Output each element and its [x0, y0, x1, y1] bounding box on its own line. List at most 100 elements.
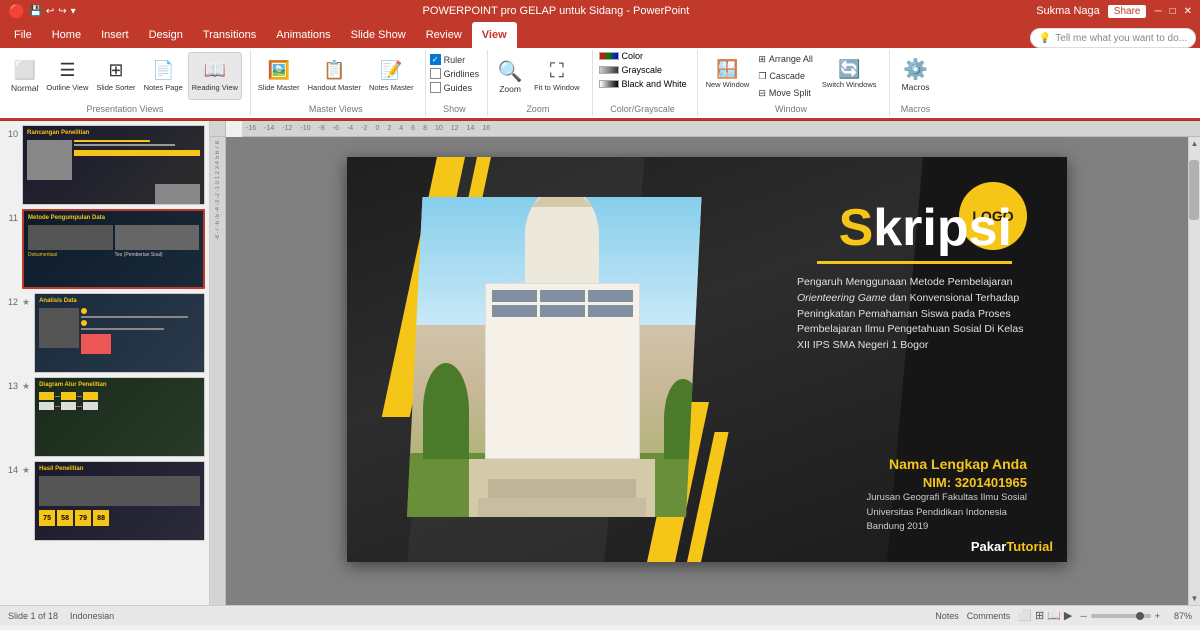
canvas-scroll-area[interactable]: LOGO Skripsi Pengaruh Menggunaan Metode … [226, 137, 1188, 605]
slide-thumb-12[interactable]: Analisis Data [34, 293, 205, 373]
slide-thumb-14[interactable]: Hasil Penelitian 75 58 79 88 [34, 461, 205, 541]
tab-file[interactable]: File [4, 22, 42, 48]
switch-windows-btn[interactable]: 🔄 Switch Windows [818, 50, 881, 98]
title-s: S [839, 199, 874, 257]
slide-item-14[interactable]: 14 ★ Hasil Penelitian 75 58 79 88 [4, 461, 205, 541]
normal-view-btn[interactable]: ⬜ Normal [8, 52, 41, 100]
thumb-10-label: Lapangan [74, 150, 200, 156]
zoom-level[interactable]: 87% [1164, 611, 1192, 621]
rotunda [525, 197, 599, 283]
slide-thumb-11[interactable]: Metode Pengumpulan Data Dokumentasi Tes … [22, 209, 205, 289]
win2 [540, 290, 585, 302]
slide-number-11: 11 [4, 213, 18, 223]
ruler-checkbox[interactable]: ✓ Ruler [430, 54, 480, 65]
qa-save[interactable]: 💾 [29, 6, 41, 17]
tell-me-bar[interactable]: 💡 Tell me what you want to do... [1030, 28, 1196, 48]
zoom-out-btn[interactable]: ─ [1080, 611, 1086, 621]
switch-icon: 🔄 [838, 59, 860, 80]
zoom-btn[interactable]: 🔍 Zoom [492, 52, 528, 100]
macros-label: Macros [894, 102, 938, 114]
title-rest: kripsi [873, 199, 1012, 257]
master-views-group: 🖼️ Slide Master 📋 Handout Master 📝 Notes… [251, 50, 426, 116]
show-group: ✓ Ruler Gridlines Guides Show [426, 50, 489, 116]
slide-item-11[interactable]: 11 Metode Pengumpulan Data Dokumentasi T… [4, 209, 205, 289]
zoom-slider[interactable] [1091, 614, 1151, 618]
slide-item-10[interactable]: 10 Rancangan Penelitian Lapangan [4, 125, 205, 205]
ribbon-content: ⬜ Normal ☰ Outline View ⊞ Slide Sorter 📄… [0, 48, 1200, 120]
macros-btn[interactable]: ⚙️ Macros [894, 50, 938, 98]
thumb-11-dok: Dokumentasi [28, 252, 113, 258]
zoom-in-btn[interactable]: + [1155, 611, 1160, 621]
notes-page-btn[interactable]: 📄 Notes Page [141, 52, 186, 100]
black-white-btn[interactable]: Black and White [597, 78, 689, 90]
scrollbar-track[interactable] [1189, 150, 1200, 592]
building-main [485, 283, 640, 459]
presentation-view-status[interactable]: ▶ [1064, 609, 1072, 622]
thumb-14-s2: 58 [57, 510, 73, 526]
win6 [588, 305, 633, 317]
slide-thumb-13[interactable]: Diagram Alur Penelitian [34, 377, 205, 457]
scroll-down-arrow[interactable]: ▼ [1189, 592, 1200, 605]
tab-design[interactable]: Design [139, 22, 193, 48]
notes-master-btn[interactable]: 📝 Notes Master [366, 52, 417, 100]
notes-btn[interactable]: Notes [935, 611, 959, 621]
reading-view-status[interactable]: 📖 [1047, 609, 1061, 622]
slide-star-14: ★ [22, 465, 30, 476]
color-btn[interactable]: Color [597, 50, 689, 62]
reading-view-btn[interactable]: 📖 Reading View [188, 52, 242, 100]
thumb-10-line2 [74, 144, 175, 146]
ruler-mark-0: 0 [371, 125, 383, 132]
ruler-mark-12: 12 [447, 125, 463, 132]
arrange-all-btn[interactable]: ⊞ Arrange All [755, 52, 816, 67]
fit-icon: ⛶ [550, 60, 564, 83]
sorter-icon: ⊞ [108, 60, 123, 81]
guides-checkbox[interactable]: Guides [430, 82, 480, 93]
cascade-btn[interactable]: ❐ Cascade [755, 69, 816, 84]
maximize-btn[interactable]: □ [1170, 6, 1176, 17]
sorter-view-status[interactable]: ⊞ [1035, 609, 1044, 622]
scrollbar-thumb[interactable] [1189, 160, 1199, 220]
zoom-label: Zoom [492, 102, 583, 114]
arrange-icon: ⊞ [758, 54, 766, 65]
slide-number-12: 12 [4, 297, 18, 307]
qa-redo[interactable]: ↪ [58, 6, 66, 17]
grayscale-btn[interactable]: Grayscale [597, 64, 689, 76]
bw-swatch [599, 80, 619, 88]
tab-view[interactable]: View [472, 22, 517, 48]
move-split-btn[interactable]: ⊟ Move Split [755, 86, 816, 101]
share-button[interactable]: Share [1108, 5, 1147, 18]
tab-insert[interactable]: Insert [91, 22, 139, 48]
fit-window-btn[interactable]: ⛶ Fit to Window [530, 52, 583, 100]
handout-master-btn[interactable]: 📋 Handout Master [305, 52, 364, 100]
thumb-13-box6 [83, 402, 98, 410]
normal-view-status[interactable]: ⬜ [1018, 609, 1032, 622]
window-group-inner: 🪟 New Window ⊞ Arrange All ❐ Cascade ⊟ M… [702, 50, 881, 102]
close-btn[interactable]: ✕ [1184, 6, 1192, 17]
thumb-13-box1 [39, 392, 54, 400]
scroll-up-arrow[interactable]: ▲ [1189, 137, 1200, 150]
slide-master-btn[interactable]: 🖼️ Slide Master [255, 52, 303, 100]
tab-home[interactable]: Home [42, 22, 91, 48]
tab-review[interactable]: Review [416, 22, 472, 48]
tree-left [423, 363, 470, 459]
qa-undo[interactable]: ↩ [46, 6, 54, 17]
step2 [488, 479, 637, 498]
slides-panel: 10 Rancangan Penelitian Lapangan [0, 121, 210, 605]
slide-sorter-btn[interactable]: ⊞ Slide Sorter [93, 52, 138, 100]
win5 [540, 305, 585, 317]
tab-slideshow[interactable]: Slide Show [341, 22, 416, 48]
tab-transitions[interactable]: Transitions [193, 22, 266, 48]
gridlines-checkbox[interactable]: Gridlines [430, 68, 480, 79]
new-window-btn[interactable]: 🪟 New Window [702, 50, 754, 98]
right-scrollbar[interactable]: ▲ ▼ [1188, 137, 1200, 605]
tab-animations[interactable]: Animations [266, 22, 340, 48]
slide-number-10: 10 [4, 129, 18, 139]
slide-item-13[interactable]: 13 ★ Diagram Alur Penelitian [4, 377, 205, 457]
minimize-btn[interactable]: ─ [1154, 6, 1161, 17]
slide-item-12[interactable]: 12 ★ Analisis Data [4, 293, 205, 373]
slide-thumb-10[interactable]: Rancangan Penelitian Lapangan [22, 125, 205, 205]
win1 [492, 290, 537, 302]
outline-view-btn[interactable]: ☰ Outline View [43, 52, 91, 100]
comments-btn[interactable]: Comments [967, 611, 1011, 621]
slide-count: Slide 1 of 18 [8, 611, 58, 621]
